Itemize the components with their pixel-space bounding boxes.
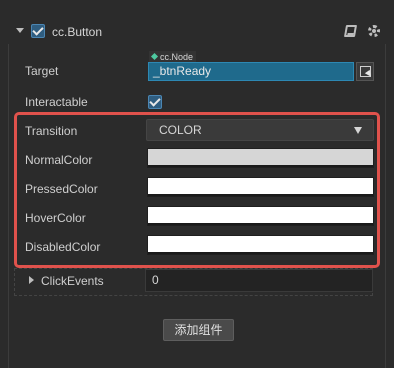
transition-label: Transition <box>25 124 78 138</box>
interactable-label: Interactable <box>25 95 88 109</box>
disabled-color-label: DisabledColor <box>25 240 101 254</box>
book-icon[interactable] <box>343 25 358 37</box>
panel-border-left <box>8 44 9 368</box>
hover-color-swatch[interactable] <box>147 206 374 226</box>
target-label: Target <box>25 64 59 78</box>
click-events-label: ClickEvents <box>41 274 104 288</box>
transition-select[interactable]: COLOR <box>146 119 374 141</box>
node-type-text: cc.Node <box>160 52 194 62</box>
chevron-right-icon[interactable] <box>29 276 34 284</box>
click-events-count-input[interactable]: 0 <box>145 269 373 292</box>
hover-color-label: HoverColor <box>25 211 86 225</box>
component-title: cc.Button <box>52 25 103 39</box>
node-picker-icon[interactable] <box>356 62 374 81</box>
normal-color-swatch[interactable] <box>147 148 374 168</box>
target-node-field[interactable]: _btnReady <box>148 62 354 81</box>
gear-icon[interactable] <box>368 25 380 37</box>
add-component-button[interactable]: 添加组件 <box>163 319 234 341</box>
component-enabled-checkbox[interactable] <box>31 24 45 38</box>
normal-color-label: NormalColor <box>25 153 93 167</box>
triangle-down-icon[interactable] <box>354 127 362 134</box>
disabled-color-swatch[interactable] <box>147 235 374 255</box>
interactable-checkbox[interactable] <box>148 95 162 109</box>
chevron-down-icon[interactable] <box>16 28 24 33</box>
node-diamond-icon <box>150 52 159 61</box>
panel-border-right <box>385 44 386 368</box>
pressed-color-label: PressedColor <box>25 182 98 196</box>
pressed-color-swatch[interactable] <box>147 177 374 197</box>
